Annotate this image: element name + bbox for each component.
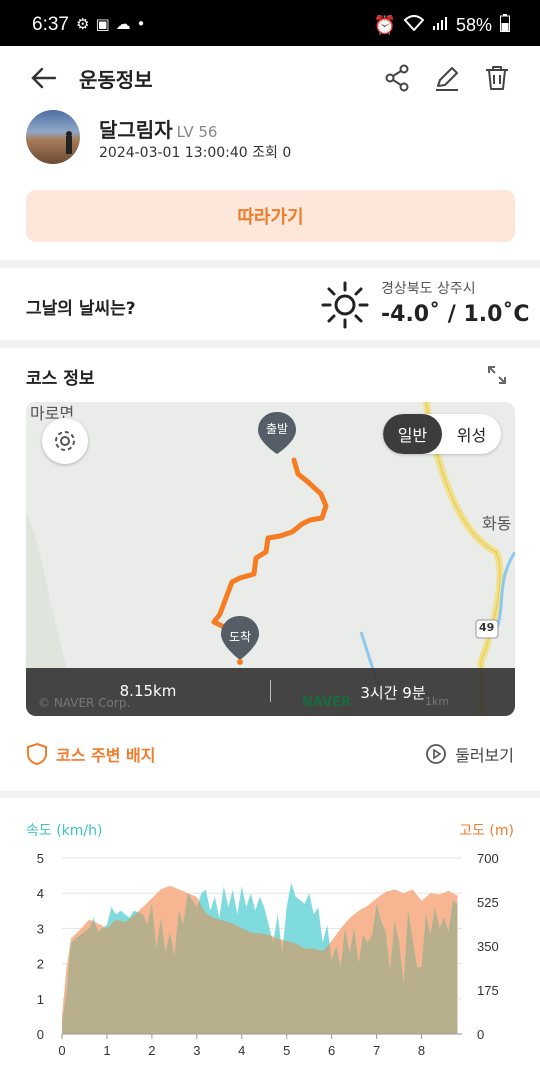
post-meta: 2024-03-01 13:00:40 조회 0 xyxy=(99,145,292,161)
map-type-toggle: 일반 위성 xyxy=(383,414,501,454)
user-name: 달그림자 xyxy=(99,118,173,142)
back-arrow-icon[interactable] xyxy=(28,62,60,94)
map-type-satellite[interactable]: 위성 xyxy=(442,414,501,454)
nearby-badge-label: 코스 주변 배지 xyxy=(56,746,156,765)
speed-tick-label: 3 xyxy=(37,921,44,936)
tour-label: 둘러보기 xyxy=(455,746,514,765)
map-place-label: 화동 xyxy=(482,514,512,533)
speed-tick-label: 0 xyxy=(37,1027,44,1042)
status-time: 6:37 xyxy=(32,14,69,35)
status-right: ⏰ 58% xyxy=(374,14,510,37)
course-map[interactable]: 마로면 화동 49 출발 도착 일반 위성 © NAVER Corp. NAVE… xyxy=(26,402,515,716)
map-type-normal[interactable]: 일반 xyxy=(383,414,442,454)
trash-icon[interactable] xyxy=(481,62,513,94)
wifi-icon xyxy=(403,15,425,36)
altitude-tick-label: 525 xyxy=(477,895,499,910)
x-tick-label: 6 xyxy=(328,1043,335,1058)
page-title: 운동정보 xyxy=(79,68,153,92)
follow-button[interactable]: 따라가기 xyxy=(26,190,515,242)
user-name-row: 달그림자 LV 56 xyxy=(99,114,217,143)
map-settings-button[interactable] xyxy=(42,418,88,464)
speed-altitude-chart: 속도 (km/h) 고도 (m) 0 1 2 3 4 5 6 7 8 0 1 2 3 4 5 0 175 350 5… xyxy=(0,798,540,1076)
alarm-icon: ⏰ xyxy=(373,15,396,35)
signal-icon xyxy=(432,15,448,36)
x-tick-label: 0 xyxy=(58,1043,65,1058)
sun-icon xyxy=(321,281,369,329)
course-title: 코스 정보 xyxy=(26,369,95,389)
x-tick-label: 1 xyxy=(103,1043,110,1058)
play-circle-icon xyxy=(426,744,447,764)
start-label: 출발 xyxy=(266,422,289,436)
gear-icon xyxy=(55,431,75,451)
course-card: 코스 정보 마로면 화동 49 출발 도착 일반 위성 © NAVER Corp… xyxy=(0,348,540,791)
user-card: 달그림자 LV 56 2024-03-01 13:00:40 조회 0 따라가기 xyxy=(0,110,540,260)
shield-icon xyxy=(27,742,47,766)
altitude-tick-label: 700 xyxy=(477,851,499,866)
weather-temperature: -4.0˚ / 1.0˚C xyxy=(381,302,530,327)
weather-card: 그날의 날씨는? 경상북도 상주시 -4.0˚ / 1.0˚C xyxy=(0,268,540,340)
nearby-badge-link[interactable]: 코스 주변 배지 xyxy=(26,742,155,766)
share-icon[interactable] xyxy=(381,62,413,94)
weather-location: 경상북도 상주시 xyxy=(381,281,476,297)
app-bar: 운동정보 xyxy=(0,46,540,110)
altitude-tick-label: 350 xyxy=(477,939,499,954)
user-level: LV 56 xyxy=(176,123,218,141)
speed-tick-label: 5 xyxy=(37,851,44,866)
altitude-tick-label: 175 xyxy=(477,983,499,998)
course-distance: 8.15km xyxy=(119,682,177,700)
altitude-tick-label: 0 xyxy=(477,1027,484,1042)
end-label: 도착 xyxy=(229,630,252,644)
battery-icon xyxy=(500,14,510,37)
x-tick-label: 5 xyxy=(283,1043,290,1058)
course-links: 코스 주변 배지 둘러보기 xyxy=(0,728,540,778)
notification-icons: ⚙▣☁• xyxy=(76,15,152,33)
x-tick-label: 8 xyxy=(418,1043,425,1058)
edit-pencil-icon[interactable] xyxy=(431,62,463,94)
weather-question: 그날의 날씨는? xyxy=(26,299,136,319)
x-tick-label: 4 xyxy=(238,1043,245,1058)
road-number-label: 49 xyxy=(479,621,495,634)
speed-tick-label: 4 xyxy=(37,886,44,901)
battery-percent: 58% xyxy=(455,15,492,35)
avatar[interactable] xyxy=(26,110,80,164)
chart-plot: 0 1 2 3 4 5 6 7 8 0 1 2 3 4 5 0 175 350 525 700 xyxy=(37,851,499,1058)
course-duration: 3시간 9분 xyxy=(360,684,426,702)
tour-link[interactable]: 둘러보기 xyxy=(425,742,514,766)
speed-tick-label: 1 xyxy=(37,992,44,1007)
x-tick-label: 7 xyxy=(373,1043,380,1058)
status-bar: 6:37 ⚙▣☁• ⏰ 58% xyxy=(0,0,540,46)
x-tick-label: 3 xyxy=(193,1043,200,1058)
course-summary-bar: © NAVER Corp. NAVER 8.15km 3시간 9분 1km xyxy=(26,668,515,716)
map-scale-label: 1km xyxy=(425,695,450,708)
expand-icon[interactable] xyxy=(486,364,508,386)
x-tick-label: 2 xyxy=(148,1043,155,1058)
speed-tick-label: 2 xyxy=(37,957,44,972)
